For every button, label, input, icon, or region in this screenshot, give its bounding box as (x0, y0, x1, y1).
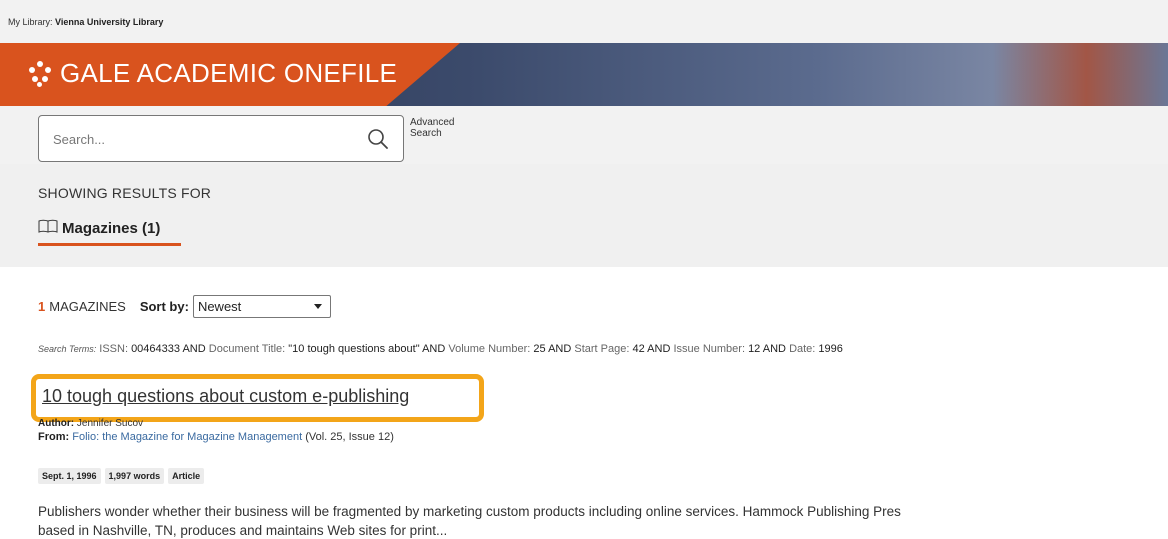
result-title-link[interactable]: 10 tough questions about custom e-publis… (42, 386, 409, 407)
summary-line: based in Nashville, TN, produces and mai… (38, 523, 448, 538)
search-terms: Search Terms: ISSN: 00464333 AND Documen… (38, 343, 843, 355)
results-for-label: SHOWING RESULTS FOR (38, 185, 212, 201)
source-detail: (Vol. 25, Issue 12) (305, 431, 394, 443)
advanced-search-link[interactable]: Advanced Search (410, 117, 454, 139)
chevron-down-icon (313, 304, 322, 309)
tab-magazines-count: (1) (142, 220, 161, 237)
search-terms-label: Search Terms: (38, 344, 97, 354)
term-value: 12 (748, 343, 761, 355)
result-source: From: Folio: the Magazine for Magazine M… (38, 431, 394, 443)
tab-active-underline (38, 243, 181, 246)
term-key: Start Page: (574, 343, 630, 355)
sort-select[interactable]: Newest (192, 295, 331, 318)
brand-title: GALE ACADEMIC ONEFILE (60, 57, 398, 88)
sort-selected-value: Newest (197, 299, 242, 314)
library-indicator[interactable]: My Library: Vienna University Library (8, 17, 163, 27)
content-type-badge: Article (168, 468, 205, 484)
summary-line: Publishers wonder whether their business… (38, 504, 901, 519)
result-summary: Publishers wonder whether their business… (38, 502, 1168, 539)
library-bar: My Library: Vienna University Library (0, 0, 1168, 43)
author-name: Jennifer Sucov (76, 418, 144, 429)
term-joiner: AND (548, 343, 572, 355)
term-joiner: AND (422, 343, 446, 355)
term-joiner: AND (182, 343, 206, 355)
search-input[interactable] (53, 128, 353, 150)
term-value: 42 (632, 343, 645, 355)
result-unit: MAGAZINES (49, 299, 126, 314)
term-value: 25 (533, 343, 546, 355)
term-value: 00464333 (131, 343, 181, 355)
source-link[interactable]: Folio: the Magazine for Magazine Managem… (72, 431, 302, 443)
brand-logo[interactable]: GALE ACADEMIC ONEFILE (24, 57, 397, 89)
tab-magazines-label: Magazines (62, 220, 138, 237)
advanced-search-line2: Search (410, 128, 442, 139)
search-icon[interactable] (366, 127, 390, 151)
library-prefix: My Library: (8, 17, 53, 27)
search-box (38, 115, 404, 162)
result-count: 1 (38, 299, 46, 314)
gale-logo-icon (24, 57, 56, 89)
search-bar-row: Advanced Search (0, 106, 1168, 164)
term-joiner: AND (647, 343, 671, 355)
sort-label: Sort by: (139, 299, 189, 314)
book-icon (38, 219, 58, 238)
term-value: 1996 (818, 343, 843, 355)
term-key: Issue Number: (673, 343, 745, 355)
results-toolbar: 1 MAGAZINES Sort by: Newest (38, 295, 331, 318)
term-key: Date: (789, 343, 816, 355)
advanced-search-line1: Advanced (410, 117, 455, 128)
word-count-badge: 1,997 words (104, 468, 165, 484)
result-author: Author: Jennifer Sucov (38, 418, 143, 429)
term-joiner: AND (762, 343, 786, 355)
date-badge: Sept. 1, 1996 (38, 468, 101, 484)
results-for-panel: SHOWING RESULTS FOR Magazines (1) (0, 164, 1168, 267)
term-key: ISSN: (99, 343, 128, 355)
header-banner: GALE ACADEMIC ONEFILE (0, 43, 1168, 106)
term-key: Volume Number: (448, 343, 531, 355)
term-key: Document Title: (208, 343, 286, 355)
term-value: "10 tough questions about" (288, 343, 420, 355)
author-label: Author: (38, 418, 75, 429)
from-label: From: (38, 431, 70, 443)
result-badges: Sept. 1, 1996 1,997 words Article (38, 468, 205, 484)
tab-magazines[interactable]: Magazines (1) (38, 219, 160, 238)
library-name: Vienna University Library (55, 17, 164, 27)
